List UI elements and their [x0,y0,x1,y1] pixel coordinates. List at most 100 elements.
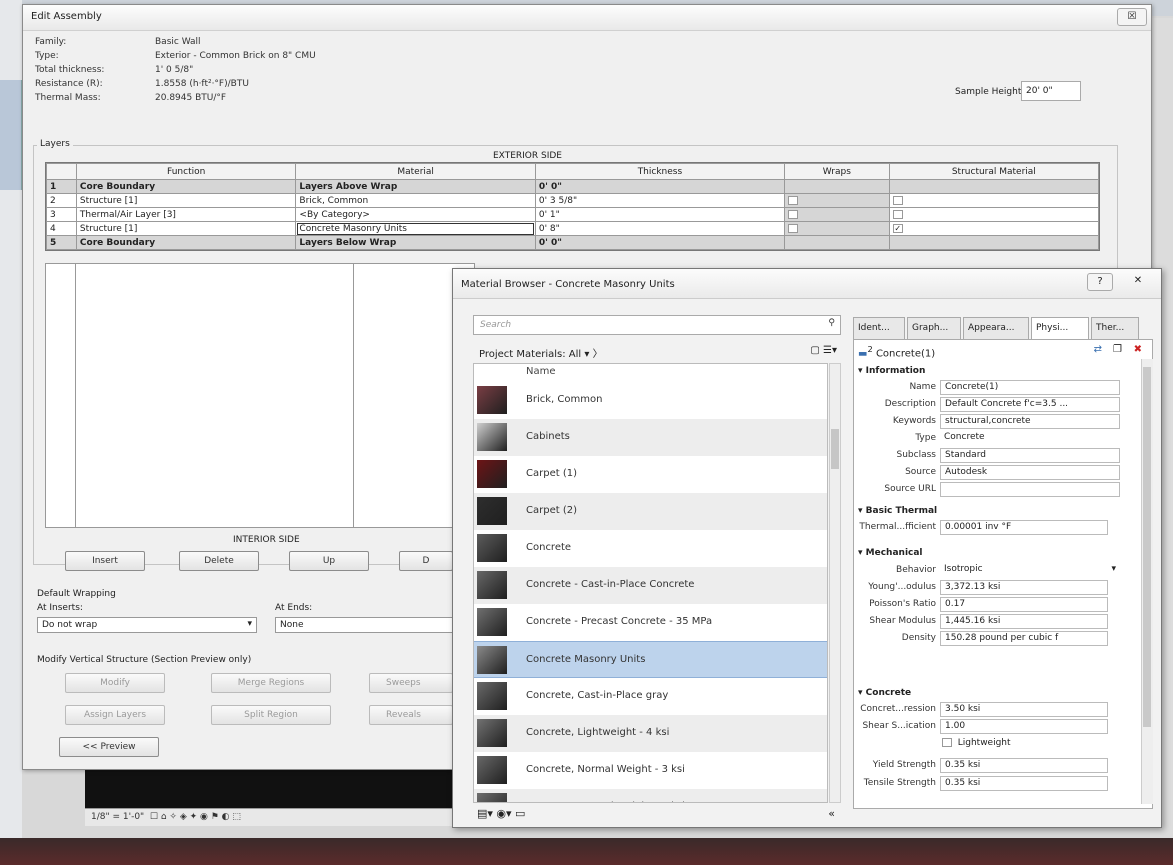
table-row[interactable]: 4 Structure [1] Concrete Masonry Units 0… [46,221,1100,236]
lightweight-checkbox[interactable] [942,738,952,747]
table-row[interactable]: 1 Core Boundary Layers Above Wrap 0' 0" [46,179,1100,194]
delete-button[interactable]: Delete [179,551,259,571]
tab-identity[interactable]: Ident... [853,317,905,339]
shear-strength-modification-field[interactable]: 1.00÷ [940,719,1108,734]
reveals-button[interactable]: Reveals [369,705,453,725]
concrete-section[interactable]: ▾ Concrete [858,688,911,698]
globe-icon[interactable]: ◉▾ [496,807,511,820]
table-row[interactable]: 2 Structure [1] Brick, Common 0' 3 5/8" [46,193,1100,208]
list-item[interactable]: Concrete, Lightweight - 4 ksi [474,715,827,752]
replace-icon[interactable]: ⇄ [1094,344,1102,355]
down-button[interactable]: D [399,551,453,571]
preview-button[interactable]: << Preview [59,737,159,757]
thermal-coefficient-field[interactable]: 0.00001 inv °F÷ [940,520,1108,535]
material-cell-selected[interactable]: Concrete Masonry Units [295,221,536,236]
thickness-cell[interactable]: 0' 0" [534,179,786,194]
tab-appearance[interactable]: Appeara... [963,317,1029,339]
wraps-checkbox[interactable] [788,195,798,205]
list-item[interactable]: Concrete, Cast-in-Place gray [474,678,827,715]
youngs-modulus-field[interactable]: 3,372.13 ksi÷ [940,580,1108,595]
material-cell[interactable]: Layers Below Wrap [295,235,536,250]
properties-scrollbar-thumb[interactable] [1143,367,1151,727]
subclass-field[interactable]: Standard [940,448,1120,463]
sample-height-input[interactable]: 20' 0" [1021,81,1081,101]
column-header-thickness[interactable]: Thickness [534,163,786,180]
at-inserts-select[interactable]: Do not wrap ▾ [37,617,257,633]
help-button[interactable]: ? [1087,273,1113,291]
list-item[interactable]: Concrete [474,530,827,567]
structural-material-checkbox[interactable]: ✓ [892,223,903,233]
table-row[interactable]: 3 Thermal/Air Layer [3] <By Category> 0'… [46,207,1100,222]
function-cell[interactable]: Thermal/Air Layer [3] [75,207,297,222]
at-ends-select[interactable]: None [275,617,453,633]
tab-thermal[interactable]: Ther... [1091,317,1139,339]
insert-button[interactable]: Insert [65,551,145,571]
description-field[interactable]: Default Concrete f'c=3.5 ... [940,397,1120,412]
thickness-cell[interactable]: 0' 0" [534,235,786,250]
delete-icon[interactable]: ✖ [1134,344,1142,355]
view-scale[interactable]: 1/8" = 1'-0" [91,812,144,822]
material-cell[interactable]: <By Category> [295,207,536,222]
function-cell[interactable]: Structure [1] [75,221,297,236]
tab-physical[interactable]: Physi... [1031,317,1089,341]
up-button[interactable]: Up [289,551,369,571]
tensile-strength-field[interactable]: 0.35 ksi÷ [940,776,1108,791]
library-icon[interactable]: ▤▾ [477,807,493,820]
assign-layers-button[interactable]: Assign Layers [65,705,165,725]
list-item[interactable]: Carpet (2) [474,493,827,530]
list-item[interactable]: Concrete - Cast-in-Place Concrete [474,567,827,604]
lightweight-option[interactable]: Lightweight [942,738,1092,752]
material-cell[interactable]: Layers Above Wrap [295,179,536,194]
project-materials-filter[interactable]: Project Materials: All ▾ 〉 ▢ ☰▾ [473,341,841,363]
poissons-ratio-field[interactable]: 0.17÷ [940,597,1108,612]
wraps-checkbox[interactable] [788,209,798,219]
basic-thermal-section[interactable]: ▾ Basic Thermal [858,506,937,516]
table-row[interactable]: 5 Core Boundary Layers Below Wrap 0' 0" [46,235,1100,250]
shear-modulus-field[interactable]: 1,445.16 ksi÷ [940,614,1108,629]
information-section[interactable]: ▾ Information [858,366,925,376]
list-item[interactable]: Brick, Common [474,382,827,419]
mechanical-section[interactable]: ▾ Mechanical [858,548,923,558]
column-header-function[interactable]: Function [75,163,297,180]
function-cell[interactable]: Core Boundary [75,179,297,194]
function-cell[interactable]: Structure [1] [75,193,297,208]
list-item[interactable]: Concrete, Normal Weight - 3 ksi [474,752,827,789]
structural-material-checkbox[interactable] [892,209,903,219]
list-item[interactable]: Carpet (1) [474,456,827,493]
close-button[interactable]: ✕ [1123,273,1153,291]
search-input[interactable]: Search ⚲ [473,315,841,335]
list-item[interactable]: Cabinets [474,419,827,456]
modify-button[interactable]: Modify [65,673,165,693]
sweeps-button[interactable]: Sweeps [369,673,453,693]
tab-graphics[interactable]: Graph... [907,317,961,339]
split-region-button[interactable]: Split Region [211,705,331,725]
column-header-wraps[interactable]: Wraps [784,163,890,180]
view-options-icon[interactable]: ▢ ☰▾ [810,345,837,356]
list-scrollbar-thumb[interactable] [831,429,839,469]
name-column-header[interactable]: Name [526,366,556,377]
density-field[interactable]: 150.28 pound per cubic f÷ [940,631,1108,646]
column-header-structural-material[interactable]: Structural Material [888,163,1100,180]
thickness-cell[interactable]: 0' 1" [534,207,786,222]
yield-strength-field[interactable]: 0.35 ksi÷ [940,758,1108,773]
concrete-compression-field[interactable]: 3.50 ksi÷ [940,702,1108,717]
close-button[interactable]: ☒ [1117,8,1147,26]
wraps-checkbox[interactable] [788,223,798,233]
list-item[interactable]: Concrete, Normal Weight - 4 ksi [474,789,827,802]
behavior-select[interactable]: Isotropic ▾ [940,563,1120,578]
function-cell[interactable]: Core Boundary [75,235,297,250]
material-cell[interactable]: Brick, Common [295,193,536,208]
app-left-panel-tab[interactable] [0,80,22,190]
collapse-icon[interactable]: « [828,807,835,820]
structural-material-checkbox[interactable] [892,195,903,205]
thickness-cell[interactable]: 0' 8" [534,221,786,236]
column-header-material[interactable]: Material [295,163,536,180]
list-item[interactable]: Concrete - Precast Concrete - 35 MPa [474,604,827,641]
list-item[interactable]: Concrete Masonry Units [474,641,827,678]
source-field[interactable]: Autodesk [940,465,1120,480]
keywords-field[interactable]: structural,concrete [940,414,1120,429]
duplicate-icon[interactable]: ❐ [1113,344,1122,355]
thickness-cell[interactable]: 0' 3 5/8" [534,193,786,208]
panel-icon[interactable]: ▭ [515,807,525,820]
merge-regions-button[interactable]: Merge Regions [211,673,331,693]
